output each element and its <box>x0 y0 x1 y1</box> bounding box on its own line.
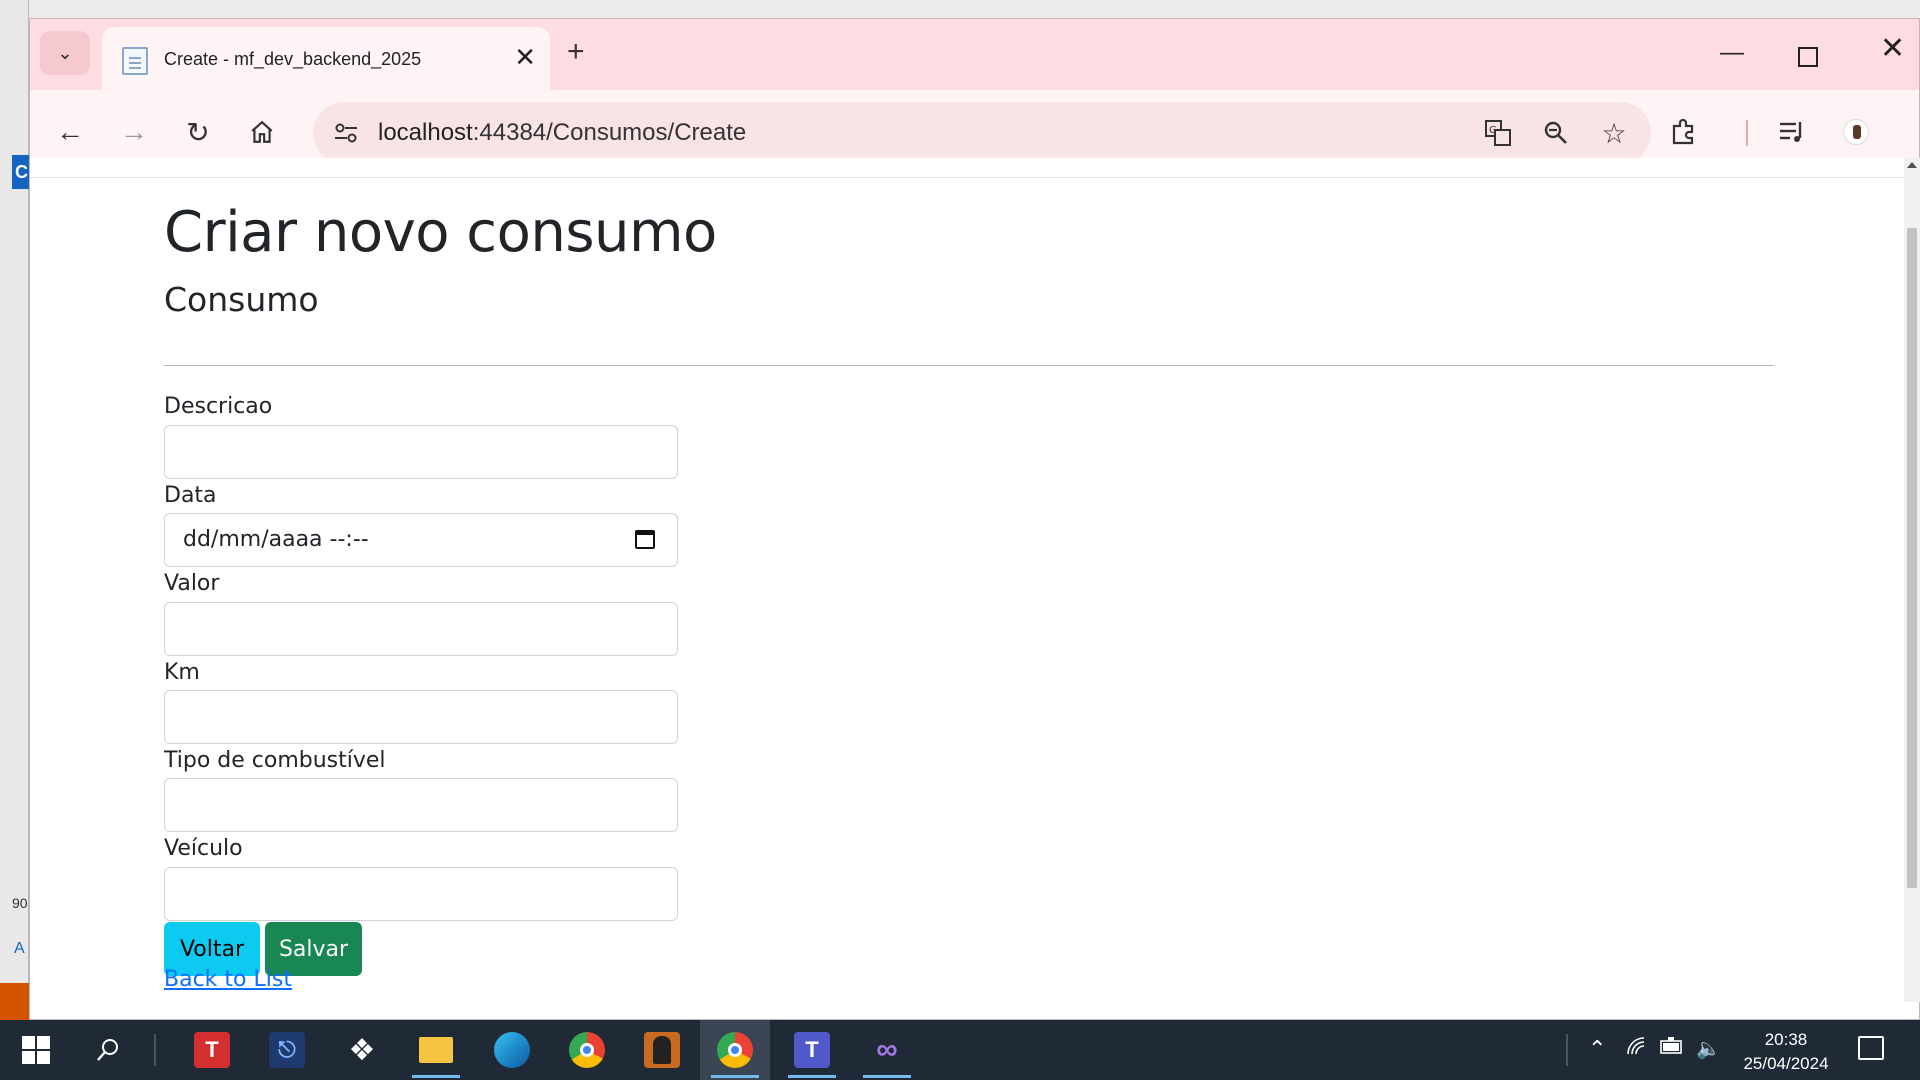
profile-avatar[interactable] <box>1838 114 1874 150</box>
page-title: Criar novo consumo <box>164 200 717 265</box>
tab-search-chevron-icon[interactable]: ⌄ <box>40 31 90 75</box>
valor-label: Valor <box>164 571 220 596</box>
taskbar-app-dark-icon[interactable] <box>640 1028 684 1072</box>
notification-center-icon[interactable] <box>1858 1036 1884 1060</box>
date-placeholder: dd/mm/aaaa --:-- <box>183 527 369 552</box>
tray-separator <box>1566 1034 1568 1066</box>
reload-icon[interactable]: ↻ <box>178 112 218 152</box>
windows-taskbar: T ⎋ ❖ T ∞ ⌃ 🔈 20:38 25/04/2024 <box>0 1020 1920 1080</box>
wifi-icon[interactable] <box>1626 1036 1648 1062</box>
divider <box>164 365 1774 366</box>
extensions-puzzle-icon[interactable] <box>1666 114 1702 150</box>
veiculo-input[interactable] <box>164 867 678 921</box>
valor-input[interactable] <box>164 602 678 656</box>
url-host: localhost <box>378 119 473 146</box>
minimize-icon[interactable]: — <box>1720 41 1744 65</box>
edge-icon[interactable] <box>490 1028 534 1072</box>
forward-arrow-icon[interactable]: → <box>114 112 154 152</box>
zoom-out-icon[interactable] <box>1541 118 1571 148</box>
scroll-thumb[interactable] <box>1907 228 1917 888</box>
translate-icon[interactable]: G <box>1483 118 1513 148</box>
visual-studio-icon[interactable]: ∞ <box>863 1028 911 1078</box>
file-explorer-icon[interactable] <box>412 1028 460 1078</box>
clock-time: 20:38 <box>1764 1030 1808 1049</box>
url-path: :44384/Consumos/Create <box>472 119 747 146</box>
new-tab-plus-icon[interactable]: + <box>567 37 585 67</box>
windows-start-icon[interactable] <box>14 1028 58 1072</box>
show-hidden-icons-chevron-icon[interactable]: ⌃ <box>1588 1036 1606 1062</box>
more-menu-icon[interactable]: ⋮ <box>1904 114 1920 150</box>
maximize-icon[interactable] <box>1798 47 1818 67</box>
form-subtitle: Consumo <box>164 280 319 319</box>
veiculo-label: Veículo <box>164 836 243 861</box>
address-bar[interactable]: localhost:44384/Consumos/Create G ☆ <box>313 102 1651 164</box>
back-to-list-link[interactable]: Back to List <box>164 967 292 992</box>
tipo-combustivel-input[interactable] <box>164 778 678 832</box>
scroll-up-arrow-icon[interactable] <box>1907 162 1917 168</box>
media-controls-icon[interactable] <box>1774 114 1810 150</box>
volume-icon[interactable]: 🔈 <box>1696 1036 1721 1061</box>
tab-strip: ⌄ Create - mf_dev_backend_2025 ✕ + — ✕ <box>30 19 1919 90</box>
tipo-combustivel-label: Tipo de combustível <box>164 748 386 773</box>
svg-text:G: G <box>1489 125 1497 136</box>
data-datetime-input[interactable]: dd/mm/aaaa --:-- <box>164 513 678 567</box>
bookmark-star-icon[interactable]: ☆ <box>1599 118 1629 149</box>
home-icon[interactable] <box>242 112 282 152</box>
taskbar-search-icon[interactable] <box>86 1028 130 1072</box>
window-close-icon[interactable]: ✕ <box>1880 34 1905 64</box>
descricao-input[interactable] <box>164 425 678 479</box>
km-input[interactable] <box>164 690 678 744</box>
toolbar-divider <box>1746 120 1748 146</box>
taskbar-running-indicator <box>412 1075 460 1078</box>
taskbar-running-indicator <box>863 1075 911 1078</box>
teams-icon[interactable]: T <box>788 1028 836 1078</box>
taskbar-running-indicator <box>788 1075 836 1078</box>
background-window-badge: C <box>12 155 29 189</box>
battery-icon[interactable] <box>1660 1036 1684 1062</box>
back-arrow-icon[interactable]: ← <box>50 112 90 152</box>
document-favicon-icon <box>122 47 148 75</box>
background-window-top <box>29 0 1920 18</box>
data-label: Data <box>164 483 217 508</box>
taskbar-app-red-t-icon[interactable]: T <box>190 1028 234 1072</box>
url-text[interactable]: localhost:44384/Consumos/Create <box>378 119 746 147</box>
descricao-label: Descricao <box>164 394 273 419</box>
page-viewport: Criar novo consumo Consumo Descricao Dat… <box>30 158 1905 1002</box>
system-clock[interactable]: 20:38 25/04/2024 <box>1736 1028 1836 1076</box>
taskbar-app-blue-shield-icon[interactable]: ⎋ <box>265 1028 309 1072</box>
dropbox-icon[interactable]: ❖ <box>340 1028 384 1072</box>
background-window-link: A <box>14 940 25 957</box>
calendar-icon[interactable] <box>635 530 655 549</box>
km-label: Km <box>164 660 200 685</box>
page-scrollbar[interactable] <box>1904 158 1920 1002</box>
tab-title: Create - mf_dev_backend_2025 <box>164 49 422 69</box>
background-window-edge: C 90 A <box>0 0 29 1020</box>
tab-active[interactable]: Create - mf_dev_backend_2025 ✕ <box>102 27 550 90</box>
tab-close-icon[interactable]: ✕ <box>514 43 536 71</box>
taskbar-separator <box>154 1034 156 1066</box>
chrome-icon[interactable] <box>565 1028 609 1072</box>
taskbar-running-indicator <box>711 1075 759 1078</box>
site-settings-icon[interactable] <box>329 116 363 150</box>
clock-date: 25/04/2024 <box>1743 1054 1829 1073</box>
chrome-profile-active-icon[interactable] <box>700 1020 770 1080</box>
background-window-number: 90 <box>12 895 28 911</box>
background-window-orange-icon <box>0 983 29 1020</box>
page-header-strip <box>30 158 1905 178</box>
